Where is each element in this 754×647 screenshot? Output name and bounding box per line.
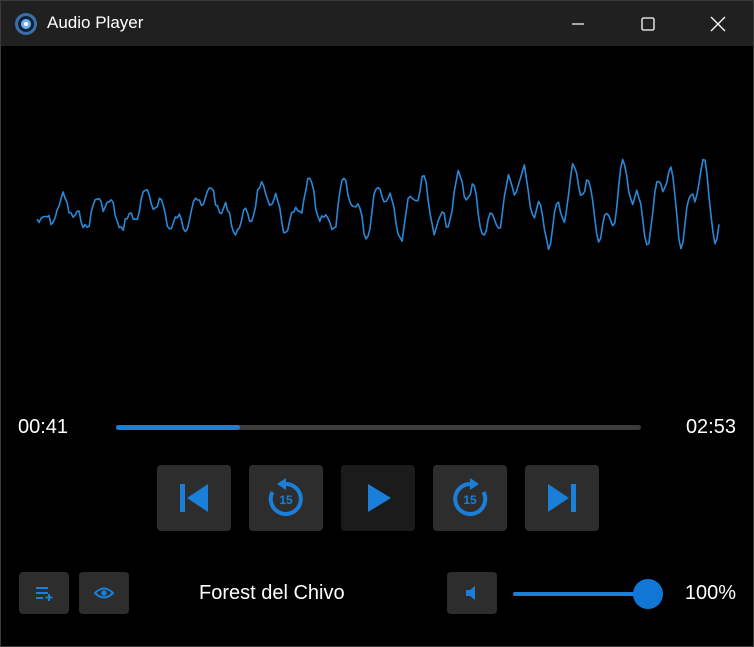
waveform-line — [36, 158, 720, 251]
rewind-15-icon: 15 — [268, 478, 303, 516]
volume-slider-track[interactable] — [513, 592, 648, 596]
svg-text:15: 15 — [279, 493, 293, 507]
forward-15-button[interactable]: 15 — [433, 465, 507, 531]
eye-icon — [94, 587, 114, 599]
minimize-icon — [572, 22, 584, 25]
volume-icon — [466, 586, 475, 600]
current-time: 00:41 — [18, 416, 69, 438]
total-time: 02:53 — [685, 416, 736, 438]
minimize-button[interactable] — [543, 1, 613, 46]
audio-player-app-icon — [15, 13, 37, 35]
visualizer-toggle-button[interactable] — [79, 572, 129, 614]
play-button[interactable] — [341, 465, 415, 531]
track-title: Forest del Chivo — [199, 582, 345, 604]
play-icon — [368, 484, 391, 512]
previous-track-button[interactable] — [157, 465, 231, 531]
skip-previous-icon — [180, 484, 208, 512]
volume-slider-thumb[interactable] — [633, 579, 663, 609]
seek-bar[interactable] — [116, 425, 641, 430]
volume-percentage: 100% — [684, 582, 736, 604]
skip-next-icon — [548, 484, 576, 512]
next-track-button[interactable] — [525, 465, 599, 531]
svg-text:15: 15 — [463, 493, 477, 507]
rewind-15-button[interactable]: 15 — [249, 465, 323, 531]
playlist-add-icon — [36, 587, 53, 601]
close-icon — [710, 16, 726, 31]
maximize-icon — [641, 16, 655, 31]
playlist-button[interactable] — [19, 572, 69, 614]
audio-player-window: Audio Player 00:41 02:53 15 15 Forest de… — [0, 0, 754, 647]
forward-15-icon: 15 — [453, 478, 488, 516]
close-button[interactable] — [683, 1, 753, 46]
seek-bar-progress — [116, 425, 241, 430]
mute-button[interactable] — [447, 572, 497, 614]
title-bar[interactable]: Audio Player — [1, 1, 753, 46]
maximize-button[interactable] — [613, 1, 683, 46]
window-title: Audio Player — [47, 13, 144, 32]
audio-waveform — [36, 158, 720, 251]
